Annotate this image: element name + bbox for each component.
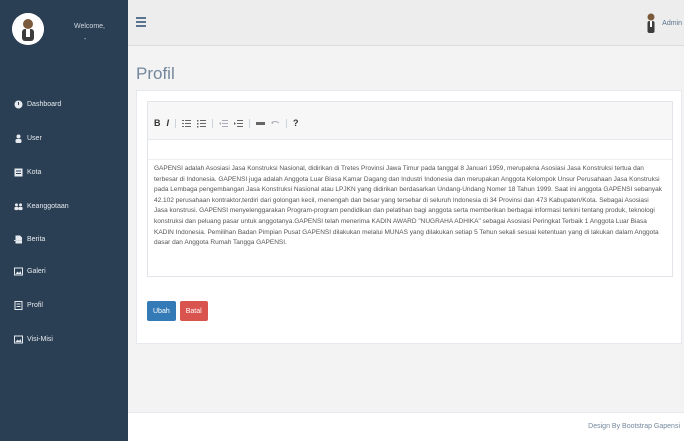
cancel-button[interactable]: Batal bbox=[179, 301, 208, 321]
sidebar-item-label: Dashboard bbox=[27, 100, 62, 108]
sidebar-divider bbox=[14, 240, 22, 241]
admin-label: Admin bbox=[662, 19, 682, 27]
footer: Design By Bootstrap Gapensi bbox=[128, 412, 684, 441]
file-icon bbox=[14, 235, 23, 244]
members-icon bbox=[14, 202, 23, 211]
undo-icon bbox=[271, 120, 280, 124]
welcome-text: Welcome, bbox=[74, 23, 105, 30]
sidebar-item-label: Berita bbox=[27, 235, 46, 243]
dashboard-icon bbox=[14, 100, 23, 109]
numbered-list-button[interactable] bbox=[197, 119, 207, 128]
page-title: Profil bbox=[136, 64, 175, 83]
sidebar-item-label: Profil bbox=[27, 301, 43, 309]
sidebar-item-galeri[interactable]: Galeri bbox=[0, 262, 128, 280]
sidebar-item-dashboard[interactable]: Dashboard bbox=[0, 95, 128, 113]
outdent-button[interactable] bbox=[219, 119, 229, 128]
toolbar-divider bbox=[212, 118, 214, 128]
sidebar-item-label: Keanggotaan bbox=[27, 202, 69, 210]
sidebar-item-label: User bbox=[27, 134, 42, 142]
sidebar-item-visi-misi[interactable]: Visi-Misi bbox=[0, 330, 128, 348]
top-navbar: Admin bbox=[128, 0, 684, 46]
bullet-list-icon bbox=[182, 119, 192, 127]
admin-avatar-icon bbox=[646, 12, 656, 34]
avatar[interactable] bbox=[12, 13, 44, 45]
bold-button[interactable]: B bbox=[154, 118, 161, 128]
indent-button[interactable] bbox=[234, 119, 244, 128]
help-button[interactable]: ? bbox=[293, 118, 299, 128]
sidebar-item-berita[interactable]: Berita bbox=[0, 230, 128, 248]
sidebar-item-kota[interactable]: Kota bbox=[0, 163, 128, 181]
indent-icon bbox=[234, 119, 244, 127]
sidebar-item-label: Visi-Misi bbox=[27, 335, 53, 343]
save-button[interactable]: Ubah bbox=[147, 301, 176, 321]
sidebar: Welcome, - Dashboard User Kota Keanggota… bbox=[0, 0, 128, 441]
list-icon bbox=[14, 168, 23, 177]
sidebar-item-label: Kota bbox=[27, 168, 42, 176]
editor-content[interactable]: GAPENSI adalah Asosiasi Jasa Konstruksi … bbox=[154, 164, 664, 249]
image-icon bbox=[14, 335, 23, 344]
sidebar-item-keanggotaan[interactable]: Keanggotaan bbox=[0, 197, 128, 215]
sidebar-item-label: Galeri bbox=[27, 267, 46, 275]
editor-spacer bbox=[148, 140, 672, 160]
numbered-list-icon bbox=[197, 119, 207, 127]
welcome-username: - bbox=[84, 36, 87, 43]
footer-text: Design By Bootstrap Gapensi bbox=[588, 423, 680, 430]
admin-menu[interactable]: Admin bbox=[646, 12, 682, 34]
toolbar-divider bbox=[249, 118, 251, 128]
undo-button[interactable] bbox=[271, 119, 280, 128]
italic-button[interactable]: I bbox=[167, 118, 170, 128]
horizontal-rule-icon bbox=[256, 121, 266, 125]
toolbar-divider bbox=[175, 118, 177, 128]
toolbar-divider bbox=[286, 118, 288, 128]
menu-toggle-icon[interactable] bbox=[136, 17, 146, 27]
outdent-icon bbox=[219, 119, 229, 127]
profile-panel: B I ? GAPENSI adalah Asosiasi Jasa Konst… bbox=[136, 90, 682, 344]
bullet-list-button[interactable] bbox=[182, 119, 192, 128]
image-icon bbox=[14, 267, 23, 276]
sidebar-item-profil[interactable]: Profil bbox=[0, 296, 128, 314]
sidebar-profile: Welcome, - bbox=[0, 0, 128, 62]
profile-icon bbox=[14, 300, 23, 310]
horizontal-rule-button[interactable] bbox=[256, 119, 266, 128]
sidebar-item-user[interactable]: User bbox=[0, 129, 128, 147]
form-actions: Ubah Batal bbox=[147, 301, 212, 321]
rich-text-editor[interactable]: B I ? GAPENSI adalah Asosiasi Jasa Konst… bbox=[147, 101, 673, 277]
editor-toolbar: B I ? bbox=[148, 102, 672, 140]
user-avatar-icon bbox=[12, 13, 44, 45]
user-icon bbox=[14, 134, 23, 143]
